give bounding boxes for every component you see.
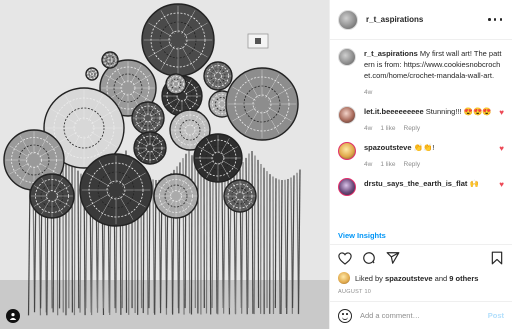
comment-likes[interactable]: 1 like (380, 159, 395, 170)
comments-list: r_t_aspirations My first wall art! The p… (330, 40, 512, 227)
and-text: and (434, 273, 448, 283)
commenter-avatar[interactable] (338, 142, 356, 160)
post-header: r_t_aspirations (330, 0, 512, 40)
comment-username[interactable]: let.it.beeeeeeeee (364, 107, 424, 116)
comment-text: 🙌 (469, 179, 479, 188)
comment-input[interactable] (360, 311, 488, 320)
caption: r_t_aspirations My first wall art! The p… (338, 48, 504, 98)
comment-text: 👏👏! (413, 143, 435, 152)
emoji-icon[interactable] (338, 308, 352, 323)
caption-avatar[interactable] (338, 48, 356, 66)
comment-item: spazoutsteve 👏👏! 4w 1 like Reply ♥ (338, 142, 504, 170)
comment-time: 4w (364, 161, 373, 168)
comment-heart-icon[interactable]: ♥ (499, 145, 504, 153)
more-options-icon[interactable] (486, 14, 504, 26)
comment-time: 4w (364, 125, 373, 132)
commenter-avatar[interactable] (338, 178, 356, 196)
share-icon[interactable] (386, 251, 400, 265)
commenter-avatar[interactable] (338, 106, 356, 124)
comment-username[interactable]: spazoutsteve (364, 143, 412, 152)
caption-time: 4w (364, 89, 373, 96)
add-comment-bar: Post (330, 301, 512, 329)
post-date: AUGUST 10 (338, 289, 372, 295)
instagram-post: r_t_aspirations r_t_aspirations My first… (0, 0, 512, 329)
post-comment-button[interactable]: Post (488, 311, 504, 320)
post-details: r_t_aspirations r_t_aspirations My first… (329, 0, 512, 329)
liker-username[interactable]: spazoutsteve (385, 274, 433, 283)
comment-likes[interactable]: 1 like (380, 123, 395, 134)
author-username[interactable]: r_t_aspirations (366, 15, 423, 24)
caption-username[interactable]: r_t_aspirations (364, 49, 418, 58)
comment-icon[interactable] (362, 251, 376, 265)
user-tag-icon[interactable] (6, 309, 20, 323)
reply-button[interactable]: Reply (404, 159, 421, 170)
comment-heart-icon[interactable]: ♥ (499, 181, 504, 189)
liked-by-text: Liked by (355, 273, 383, 283)
crochet-mandala-wall-art-image (0, 0, 329, 329)
view-insights-link[interactable]: View Insights (330, 227, 512, 245)
comment-item: let.it.beeeeeeeee Stunning!!! 😍😍😍 4w 1 l… (338, 106, 504, 134)
others-link[interactable]: 9 others (449, 274, 478, 283)
author-avatar[interactable] (338, 9, 358, 30)
reply-button[interactable]: Reply (404, 123, 421, 134)
comment-username[interactable]: drstu_says_the_earth_is_flat (364, 179, 467, 188)
likes-summary: Liked by spazoutsteve and 9 others (330, 271, 512, 285)
heart-icon[interactable] (338, 251, 352, 265)
comment-item: drstu_says_the_earth_is_flat 🙌 ♥ (338, 178, 504, 196)
comment-text: Stunning!!! 😍😍😍 (425, 107, 492, 116)
comment-heart-icon[interactable]: ♥ (499, 109, 504, 117)
action-bar (330, 245, 512, 271)
bookmark-icon[interactable] (490, 251, 504, 265)
post-photo[interactable] (0, 0, 329, 329)
liker-avatar[interactable] (338, 272, 350, 284)
